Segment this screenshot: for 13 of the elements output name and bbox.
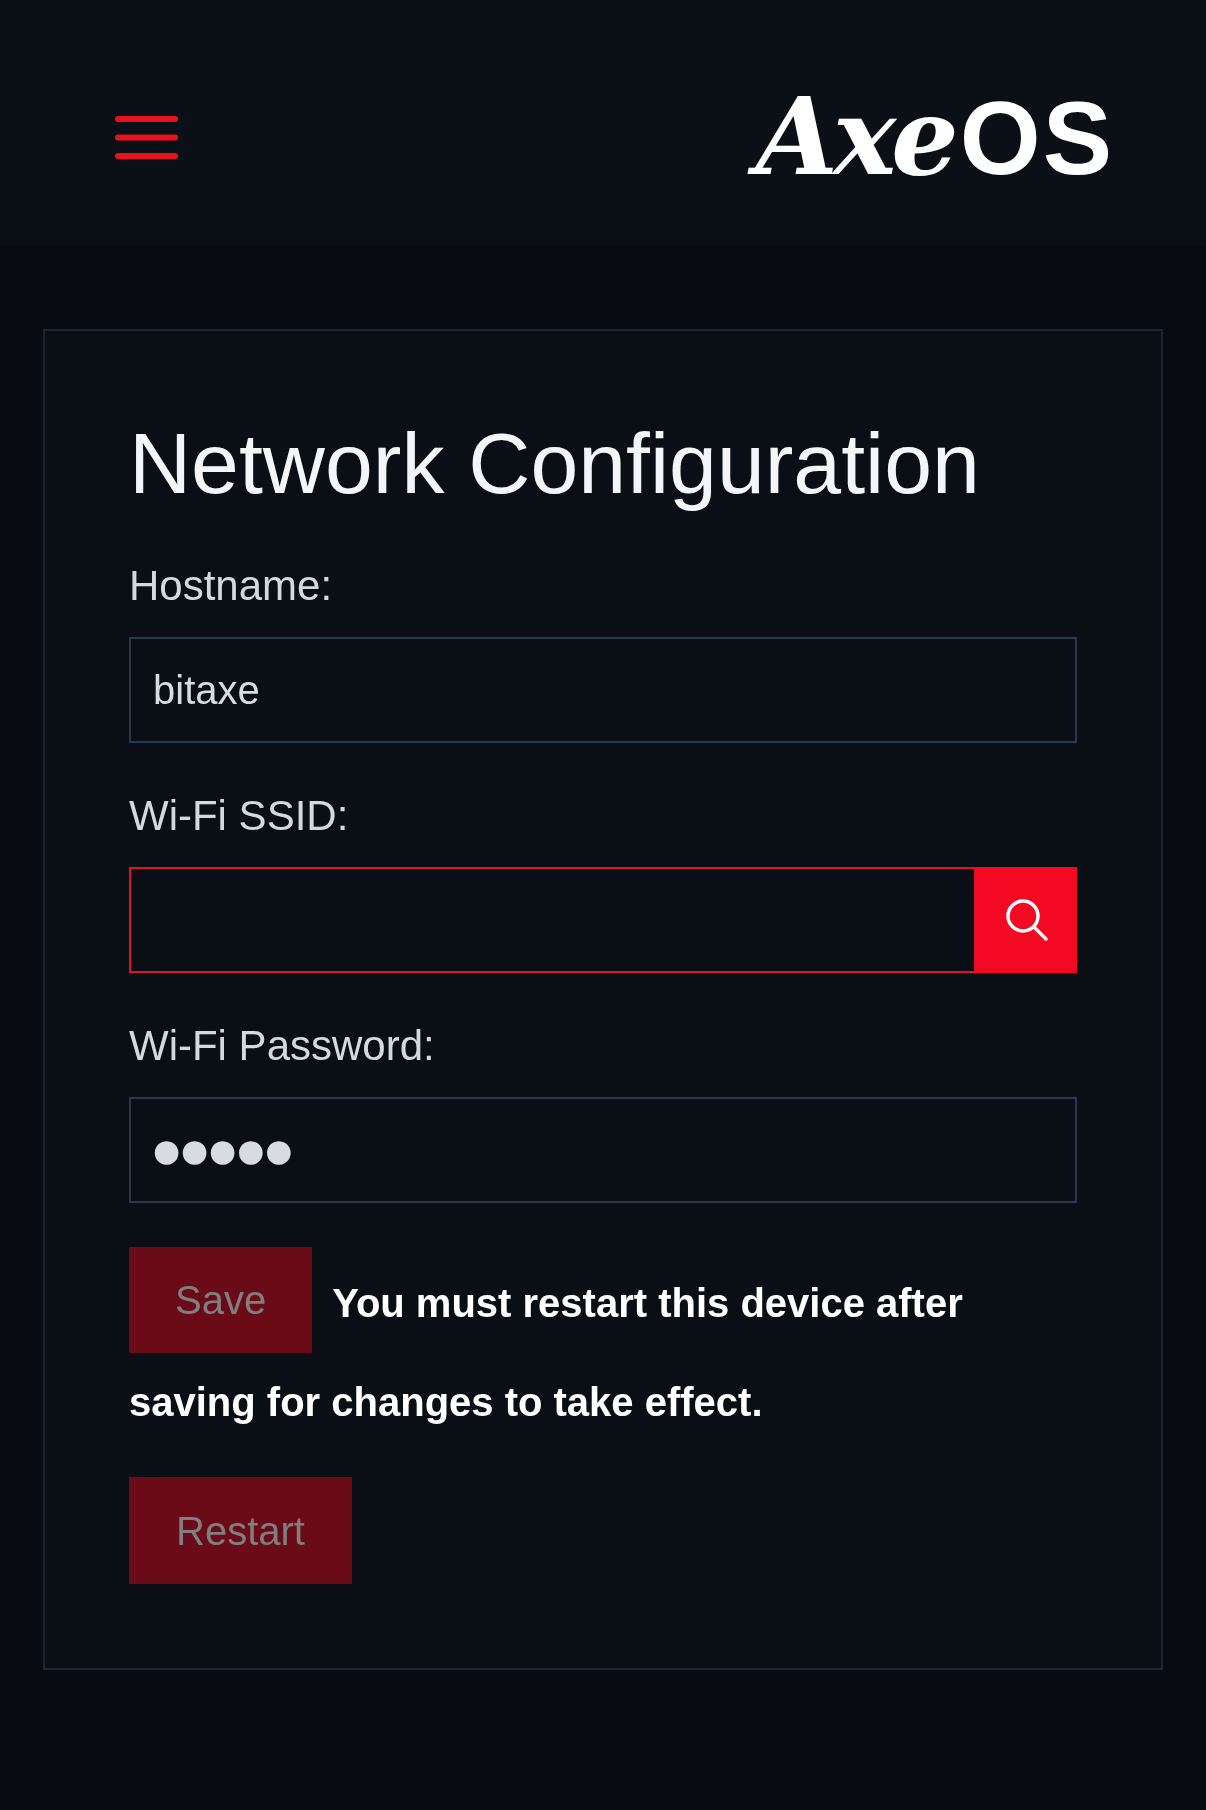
field-label: Hostname: — [129, 561, 334, 611]
text-field[interactable]: bitaxe — [129, 637, 1077, 743]
search-button[interactable] — [976, 867, 1077, 973]
app-logo[interactable]: AxeOS — [745, 68, 1118, 207]
restart-notice: saving for changes to take effect. — [129, 1379, 764, 1426]
page-title: Network Configuration — [129, 414, 981, 513]
search-field[interactable] — [129, 867, 976, 973]
field-label: Wi-Fi SSID: — [129, 791, 350, 841]
field-label: Wi-Fi Password: — [129, 1021, 436, 1071]
restart-notice: You must restart this device after — [332, 1280, 963, 1327]
menu-icon[interactable] — [115, 116, 178, 159]
password-field[interactable]: ●●●●● — [129, 1097, 1077, 1203]
search-icon — [1004, 898, 1049, 942]
